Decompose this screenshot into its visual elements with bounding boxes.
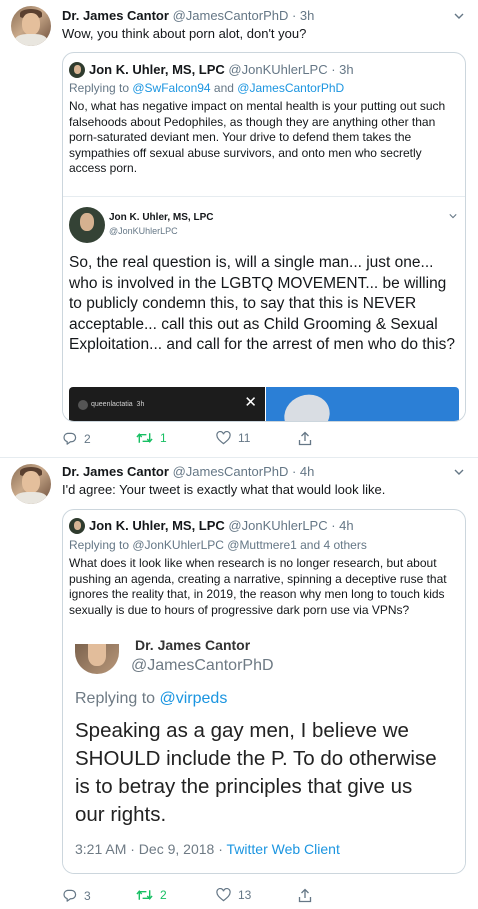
chevron-down-icon[interactable] [454, 467, 464, 477]
like-icon [216, 431, 231, 445]
author-meta: @JonKUhlerLPC · 4h [228, 518, 354, 533]
tweet-actions: 2 1 11 [62, 431, 466, 449]
author-meta[interactable]: @JamesCantorPhD · 3h [173, 8, 315, 23]
media-thumbnail [266, 387, 459, 421]
like-count: 13 [238, 888, 252, 902]
retweet-count: 1 [160, 431, 167, 445]
embed-text: So, the real question is, will a single … [69, 254, 455, 353]
reply-icon [63, 432, 77, 445]
tweet-text: Wow, you think about porn alot, don't yo… [62, 26, 307, 41]
quoted-tweet-text: No, what has negative impact on mental h… [69, 99, 446, 175]
share-button[interactable] [298, 888, 312, 903]
avatar[interactable] [11, 464, 51, 504]
retweet-icon [136, 433, 153, 443]
media-thumbnail: queenlactatia 3h ✕ [69, 387, 265, 421]
author-name: Jon K. Uhler, MS, LPC [89, 518, 225, 533]
close-icon: ✕ [244, 394, 257, 411]
avatar [69, 518, 85, 534]
quoted-tweet[interactable]: Jon K. Uhler, MS, LPC @JonKUhlerLPC · 3h… [62, 52, 466, 422]
reply-button[interactable]: 3 [62, 888, 91, 903]
quoted-tweet-header: Jon K. Uhler, MS, LPC @JonKUhlerLPC · 4h [89, 518, 354, 534]
tweet[interactable]: Dr. James Cantor @JamesCantorPhD · 4h I'… [0, 458, 478, 909]
client-link: Twitter Web Client [226, 841, 340, 857]
tweet-header: Dr. James Cantor @JamesCantorPhD · 3h [62, 8, 314, 24]
quoted-tweet[interactable]: Jon K. Uhler, MS, LPC @JonKUhlerLPC · 4h… [62, 509, 466, 874]
tweet-text: I'd agree: Your tweet is exactly what th… [62, 482, 386, 497]
embedded-image[interactable]: Dr. James Cantor @JamesCantorPhD Replyin… [63, 637, 465, 873]
retweet-button[interactable]: 2 [136, 888, 167, 902]
replying-to: Replying to @SwFalcon94 and @JamesCantor… [69, 81, 345, 95]
embed-author-handle: @JamesCantorPhD [131, 657, 274, 674]
chevron-down-icon [449, 214, 457, 219]
embed-author-name: Jon K. Uhler, MS, LPC [109, 212, 214, 223]
replying-to: Replying to @JonKUhlerLPC @Muttmere1 and… [69, 538, 367, 552]
replying-to: Replying to @virpeds [75, 690, 228, 707]
share-button[interactable] [298, 431, 312, 446]
like-button[interactable]: 11 [216, 431, 250, 445]
tweet-actions: 3 2 13 [62, 888, 466, 906]
media-label: queenlactatia 3h [91, 401, 145, 408]
retweet-count: 2 [160, 888, 167, 902]
avatar[interactable] [11, 6, 51, 46]
embed-text: Speaking as a gay men, I believe we SHOU… [75, 719, 437, 826]
retweet-button[interactable]: 1 [136, 431, 167, 445]
like-count: 11 [238, 431, 251, 445]
reply-count: 2 [84, 431, 91, 446]
author-meta: @JonKUhlerLPC · 3h [228, 62, 354, 77]
embed-author-name: Dr. James Cantor [135, 637, 251, 653]
avatar [69, 62, 85, 78]
author-name[interactable]: Dr. James Cantor [62, 8, 169, 23]
retweet-icon [136, 890, 153, 900]
author-name[interactable]: Dr. James Cantor [62, 464, 169, 479]
reply-icon [63, 889, 77, 902]
chevron-down-icon[interactable] [454, 11, 464, 21]
embedded-image[interactable]: Jon K. Uhler, MS, LPC @JonKUhlerLPC So, … [63, 196, 465, 421]
quoted-tweet-text: What does it look like when research is … [69, 556, 447, 617]
like-button[interactable]: 13 [216, 888, 251, 902]
avatar [78, 400, 88, 410]
author-name: Jon K. Uhler, MS, LPC [89, 62, 225, 77]
tweet-header: Dr. James Cantor @JamesCantorPhD · 4h [62, 464, 314, 480]
avatar [75, 644, 119, 674]
reply-count: 3 [84, 888, 91, 903]
mention-link: @virpeds [159, 690, 228, 707]
embed-timestamp: 3:21 AM · Dec 9, 2018 · Twitter Web Clie… [75, 841, 340, 857]
author-meta[interactable]: @JamesCantorPhD · 4h [173, 464, 315, 479]
embed-author-handle: @JonKUhlerLPC [109, 226, 178, 236]
mention-link[interactable]: @JamesCantorPhD [237, 81, 344, 95]
mention-link[interactable]: @SwFalcon94 [132, 81, 210, 95]
reply-button[interactable]: 2 [62, 431, 91, 446]
share-icon [298, 888, 312, 903]
share-icon [298, 431, 312, 446]
avatar [69, 207, 105, 243]
like-icon [216, 888, 231, 902]
tweet[interactable]: Dr. James Cantor @JamesCantorPhD · 3h Wo… [0, 0, 478, 457]
quoted-tweet-header: Jon K. Uhler, MS, LPC @JonKUhlerLPC · 3h [89, 62, 354, 78]
